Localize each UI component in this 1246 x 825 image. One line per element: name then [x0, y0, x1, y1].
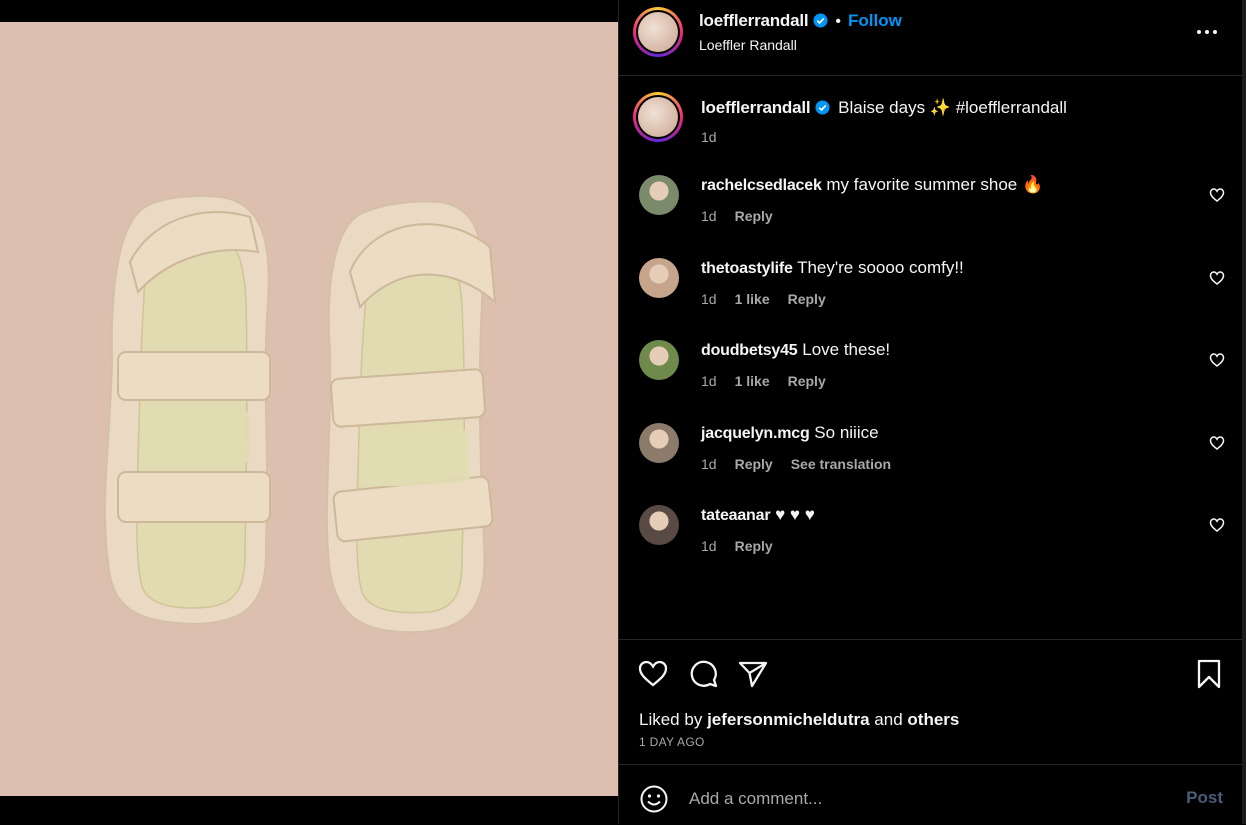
- reply-button[interactable]: Reply: [788, 291, 826, 307]
- caption-avatar[interactable]: [633, 92, 683, 142]
- heart-icon[interactable]: [637, 658, 669, 690]
- reply-button[interactable]: Reply: [735, 208, 773, 224]
- comment-input[interactable]: [687, 783, 1151, 815]
- comment-like-heart-icon[interactable]: [1209, 187, 1225, 203]
- caption-age: 1d: [701, 129, 717, 145]
- author-username[interactable]: loefflerrandall: [699, 11, 809, 30]
- comment-icon[interactable]: [687, 658, 719, 690]
- sandals-illustration: [0, 22, 618, 796]
- caption-username[interactable]: loefflerrandall: [701, 98, 811, 117]
- comment-meta: 1d Reply: [701, 538, 773, 554]
- comment-row: doudbetsy45 Love these! 1d 1 like Reply: [619, 340, 1243, 410]
- comment-row: jacquelyn.mcg So niiice 1d Reply See trans…: [619, 423, 1243, 493]
- comment-age: 1d: [701, 456, 717, 472]
- commenter-avatar[interactable]: [639, 175, 679, 215]
- separator-dot: •: [835, 13, 842, 30]
- comment-text-line: doudbetsy45 Love these!: [701, 340, 890, 360]
- add-comment-bar: Post: [619, 764, 1243, 825]
- commenter-username[interactable]: jacquelyn.mcg: [701, 425, 810, 442]
- caption-text: Blaise days ✨ #loefflerrandall: [838, 98, 1067, 117]
- post-details-panel: loefflerrandall • Follow Loeffler Randall …: [618, 0, 1243, 824]
- comment-text-line: thetoastylife They're soooo comfy!!: [701, 258, 964, 278]
- post-header: loefflerrandall • Follow Loeffler Randall: [619, 0, 1243, 76]
- commenter-username[interactable]: rachelcsedlacek: [701, 177, 822, 194]
- comment-text: my favorite summer shoe 🔥: [826, 175, 1044, 194]
- comment-likes[interactable]: 1 like: [735, 373, 770, 389]
- likes-prefix: Liked by: [639, 710, 703, 729]
- author-full-name: Loeffler Randall: [699, 37, 797, 53]
- likes-summary: Liked by jefersonmicheldutra and others: [639, 710, 959, 730]
- comment-likes[interactable]: 1 like: [735, 291, 770, 307]
- comment-like-heart-icon[interactable]: [1209, 517, 1225, 533]
- comment-age: 1d: [701, 291, 717, 307]
- commenter-avatar[interactable]: [639, 258, 679, 298]
- comment-like-heart-icon[interactable]: [1209, 352, 1225, 368]
- comment-like-heart-icon[interactable]: [1209, 270, 1225, 286]
- post-timestamp: 1 DAY AGO: [639, 735, 705, 749]
- commenter-username[interactable]: tateaanar: [701, 507, 771, 524]
- comment-text: Love these!: [802, 340, 891, 359]
- see-translation-button[interactable]: See translation: [791, 456, 891, 472]
- comment-text: So niiice: [814, 423, 879, 442]
- reply-button[interactable]: Reply: [735, 538, 773, 554]
- reply-button[interactable]: Reply: [788, 373, 826, 389]
- comment-text: They're soooo comfy!!: [797, 258, 964, 277]
- author-avatar[interactable]: [633, 7, 683, 57]
- reply-button[interactable]: Reply: [735, 456, 773, 472]
- post-comment-button[interactable]: Post: [1186, 788, 1223, 808]
- comment-age: 1d: [701, 208, 717, 224]
- comment-text-line: jacquelyn.mcg So niiice: [701, 423, 879, 443]
- comment-meta: 1d 1 like Reply: [701, 291, 826, 307]
- post-image[interactable]: [0, 22, 618, 796]
- send-icon[interactable]: [737, 658, 769, 690]
- follow-button[interactable]: Follow: [848, 11, 902, 30]
- window-edge: [1242, 0, 1246, 824]
- comment-text: ♥ ♥ ♥: [775, 505, 815, 524]
- post-media-area: [0, 0, 618, 824]
- comment-meta: 1d Reply See translation: [701, 456, 891, 472]
- liked-by-others[interactable]: others: [907, 710, 959, 729]
- likes-and: and: [874, 710, 903, 729]
- commenter-avatar[interactable]: [639, 340, 679, 380]
- commenter-username[interactable]: thetoastylife: [701, 260, 793, 277]
- post-actions: Liked by jefersonmicheldutra and others …: [619, 639, 1243, 765]
- comment-age: 1d: [701, 538, 717, 554]
- author-line: loefflerrandall • Follow: [699, 11, 902, 31]
- comment-meta: 1d 1 like Reply: [701, 373, 826, 389]
- comment-like-heart-icon[interactable]: [1209, 435, 1225, 451]
- commenter-avatar[interactable]: [639, 505, 679, 545]
- comment-row: rachelcsedlacek my favorite summer shoe …: [619, 175, 1243, 245]
- bookmark-icon[interactable]: [1193, 658, 1225, 690]
- liked-by-user[interactable]: jefersonmicheldutra: [707, 710, 870, 729]
- comment-age: 1d: [701, 373, 717, 389]
- comment-meta: 1d Reply: [701, 208, 773, 224]
- comment-row: tateaanar ♥ ♥ ♥ 1d Reply: [619, 505, 1243, 575]
- more-options-icon[interactable]: [1195, 22, 1219, 42]
- comment-row: thetoastylife They're soooo comfy!! 1d 1 …: [619, 258, 1243, 328]
- post-caption: loefflerrandall Blaise days ✨ #loefflerr…: [619, 90, 1243, 150]
- comment-text-line: tateaanar ♥ ♥ ♥: [701, 505, 815, 525]
- verified-badge-icon: [815, 100, 830, 115]
- emoji-icon[interactable]: [639, 784, 669, 814]
- commenter-username[interactable]: doudbetsy45: [701, 342, 798, 359]
- commenter-avatar[interactable]: [639, 423, 679, 463]
- caption-line: loefflerrandall Blaise days ✨ #loefflerr…: [701, 98, 1067, 118]
- comment-text-line: rachelcsedlacek my favorite summer shoe …: [701, 175, 1043, 195]
- verified-badge-icon: [813, 13, 828, 28]
